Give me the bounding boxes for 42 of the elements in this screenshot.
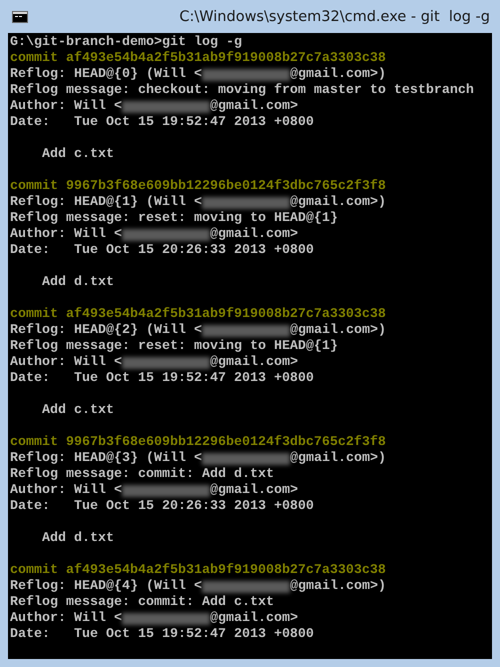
date-line: Date: Tue Oct 15 20:26:33 2013 +0800 [10,499,315,515]
command-line: G:\git-branch-demo>git log -g [10,35,243,51]
author-text: @gmail.com> [210,99,298,115]
reflog-message-line: Reflog message: commit: Add d.txt [10,467,275,483]
author-text: @gmail.com> [210,611,298,627]
reflog-message-line: Reflog message: reset: moving to HEAD@{1} [10,339,339,355]
commit-subject-line: Add c.txt [40,147,115,163]
date-line: Date: Tue Oct 15 19:52:47 2013 +0800 [10,115,315,131]
date-line: Date: Tue Oct 15 20:26:33 2013 +0800 [10,243,315,259]
author-text: Author: Will < [10,611,122,627]
reflog-text: Reflog: HEAD@{3} (Will < [10,451,202,467]
commit-subject-line: Add c.txt [40,403,115,419]
reflog-text: @gmail.com>) [290,323,386,339]
window-title: C:\Windows\system32\cmd.exe - git log -g [179,8,490,24]
reflog-text: Reflog: HEAD@{1} (Will < [10,195,202,211]
reflog-text: @gmail.com>) [290,195,386,211]
commit-subject-line: Add d.txt [40,275,115,291]
reflog-text: @gmail.com>) [290,67,386,83]
author-text: Author: Will < [10,355,122,371]
author-text: @gmail.com> [210,483,298,499]
commit-line: commit 9967b3f68e609bb12296be0124f3dbc765c2f3f8 [10,179,387,195]
date-line: Date: Tue Oct 15 19:52:47 2013 +0800 [10,627,315,643]
commit-line: commit 9967b3f68e609bb12296be0124f3dbc765c2f3f8 [10,435,387,451]
author-text: @gmail.com> [210,227,298,243]
commit-line: commit af493e54b4a2f5b31ab9f919008b27c7a3303c38 [10,307,387,323]
date-line: Date: Tue Oct 15 19:52:47 2013 +0800 [10,371,315,387]
reflog-message-line: Reflog message: commit: Add c.txt [10,595,275,611]
reflog-text: Reflog: HEAD@{0} (Will < [10,67,202,83]
reflog-text: @gmail.com>) [290,451,386,467]
commit-line: commit af493e54b4a2f5b31ab9f919008b27c7a3303c38 [10,563,387,579]
console-icon [12,10,28,22]
reflog-text: Reflog: HEAD@{4} (Will < [10,579,202,595]
reflog-message-line: Reflog message: reset: moving to HEAD@{1} [10,211,339,227]
author-text: @gmail.com> [210,355,298,371]
reflog-text: Reflog: HEAD@{2} (Will < [10,323,202,339]
commit-line: commit af493e54b4a2f5b31ab9f919008b27c7a3303c38 [10,51,387,67]
commit-subject-line: Add d.txt [40,531,115,547]
author-text: Author: Will < [10,227,122,243]
reflog-text: @gmail.com>) [290,579,386,595]
author-text: Author: Will < [10,99,122,115]
reflog-message-line: Reflog message: checkout: moving from master to testbranch [10,83,475,99]
author-text: Author: Will < [10,483,122,499]
